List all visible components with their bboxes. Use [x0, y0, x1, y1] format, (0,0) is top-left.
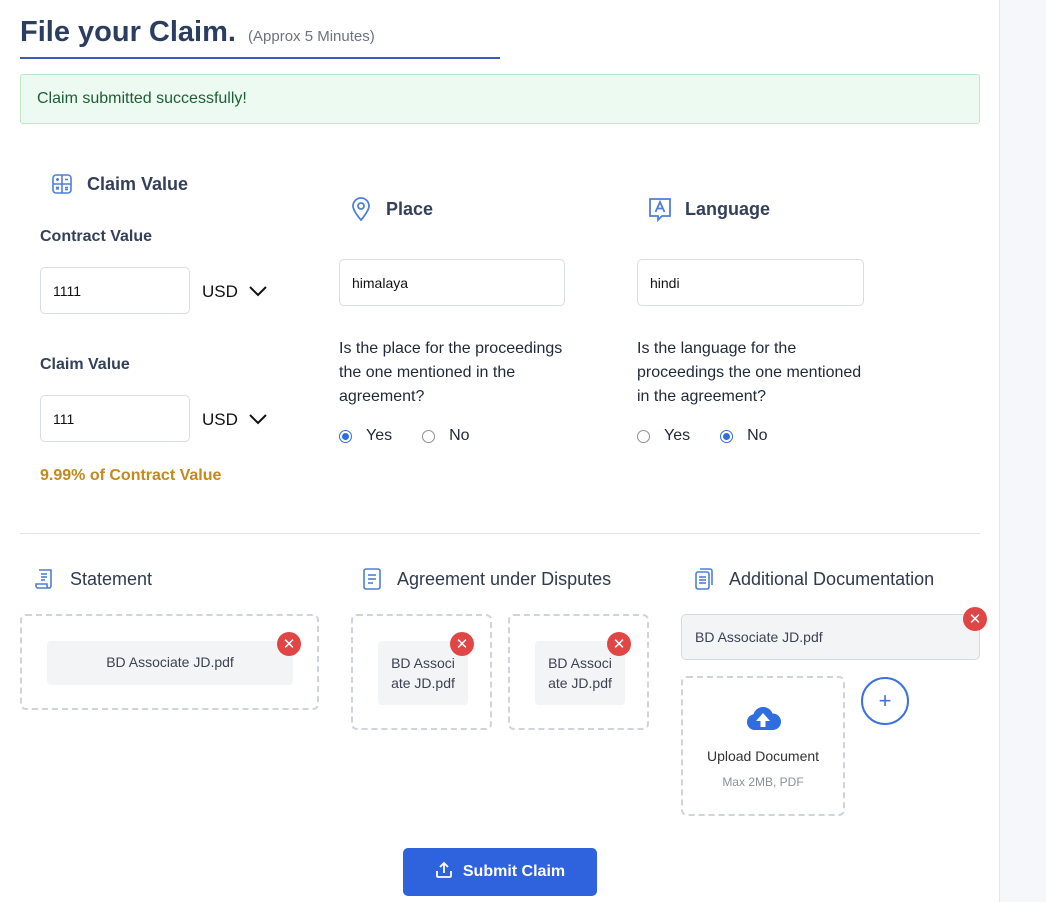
claim-form-card: File your Claim. (Approx 5 Minutes) Clai…: [0, 0, 1000, 902]
page-subtitle: (Approx 5 Minutes): [248, 28, 375, 45]
statement-file-chip: BD Associate JD.pdf: [47, 641, 293, 685]
calculator-icon: [49, 171, 75, 197]
claim-currency-select[interactable]: USD: [202, 410, 268, 430]
place-yes-label: Yes: [366, 427, 393, 444]
additional-heading-text: Additional Documentation: [729, 568, 935, 589]
place-no-radio[interactable]: No: [422, 427, 470, 445]
place-no-label: No: [449, 427, 470, 444]
upload-document-label: Upload Document: [706, 748, 820, 764]
language-question: Is the language for the proceedings the …: [637, 340, 862, 405]
place-input[interactable]: [339, 259, 565, 306]
language-no-label: No: [747, 427, 768, 444]
place-yes-radio[interactable]: Yes: [339, 427, 392, 445]
close-icon[interactable]: ✕: [450, 632, 474, 656]
agreement-dropzone-2[interactable]: BD Associ ate JD.pdf ✕: [508, 614, 649, 730]
page-title: File your Claim. (Approx 5 Minutes): [20, 16, 375, 49]
chevron-down-icon: [248, 410, 268, 430]
language-icon: [647, 196, 673, 223]
contract-value-input[interactable]: [40, 267, 190, 314]
radio-unselected[interactable]: [422, 429, 436, 443]
page-header: File your Claim. (Approx 5 Minutes): [20, 12, 500, 59]
contract-currency-select[interactable]: USD: [202, 282, 268, 302]
location-pin-icon: [348, 196, 374, 222]
place-question: Is the place for the proceedings the one…: [339, 340, 563, 405]
language-yes-label: Yes: [664, 427, 691, 444]
radio-selected[interactable]: [339, 429, 352, 443]
copy-documents-icon: [691, 566, 717, 592]
language-yes-radio[interactable]: Yes: [637, 427, 690, 445]
agreement-heading: Agreement under Disputes: [359, 566, 611, 592]
close-icon[interactable]: ✕: [277, 632, 301, 656]
radio-selected[interactable]: [720, 429, 734, 443]
list-document-icon: [359, 566, 385, 592]
language-heading-text: Language: [685, 198, 771, 219]
language-input[interactable]: [637, 259, 864, 306]
close-icon[interactable]: ✕: [963, 607, 987, 631]
agreement-dropzone-1[interactable]: BD Associ ate JD.pdf ✕: [351, 614, 492, 730]
section-divider: [20, 533, 980, 534]
statement-dropzone[interactable]: BD Associate JD.pdf ✕: [20, 614, 319, 710]
chevron-down-icon: [248, 282, 268, 302]
submit-claim-label: Submit Claim: [462, 863, 566, 880]
claim-value-label: Claim Value: [40, 356, 130, 373]
statement-heading-text: Statement: [70, 568, 153, 589]
contract-currency-value: USD: [202, 282, 238, 301]
close-icon[interactable]: ✕: [607, 632, 631, 656]
claim-value-input[interactable]: [40, 395, 190, 442]
claim-percentage-text: 9.99% of Contract Value: [40, 467, 222, 484]
claim-currency-value: USD: [202, 410, 238, 429]
language-no-radio[interactable]: No: [720, 427, 768, 445]
language-radio-group: Yes No: [637, 427, 798, 445]
upload-document-dropzone[interactable]: Upload Document Max 2MB, PDF: [681, 676, 845, 816]
scroll-document-icon: [32, 566, 58, 592]
submit-claim-button[interactable]: Submit Claim: [403, 848, 597, 896]
upload-arrow-icon: [435, 861, 453, 884]
statement-heading: Statement: [32, 566, 152, 592]
place-heading-text: Place: [386, 198, 434, 219]
contract-value-label: Contract Value: [40, 228, 153, 245]
language-heading: Language: [647, 196, 771, 223]
place-radio-group: Yes No: [339, 427, 500, 445]
cloud-upload-icon: [745, 704, 782, 739]
additional-heading: Additional Documentation: [691, 566, 934, 592]
claim-value-heading-text: Claim Value: [87, 173, 189, 194]
add-document-button[interactable]: +: [861, 677, 909, 725]
upload-document-hint: Max 2MB, PDF: [722, 775, 804, 789]
agreement-heading-text: Agreement under Disputes: [397, 568, 612, 589]
page-title-text: File your Claim.: [20, 16, 236, 48]
claim-value-heading: Claim Value: [49, 171, 188, 197]
radio-unselected[interactable]: [637, 429, 650, 443]
place-heading: Place: [348, 196, 433, 222]
additional-file-chip: BD Associate JD.pdf: [681, 614, 980, 660]
success-alert: Claim submitted successfully!: [20, 74, 980, 124]
